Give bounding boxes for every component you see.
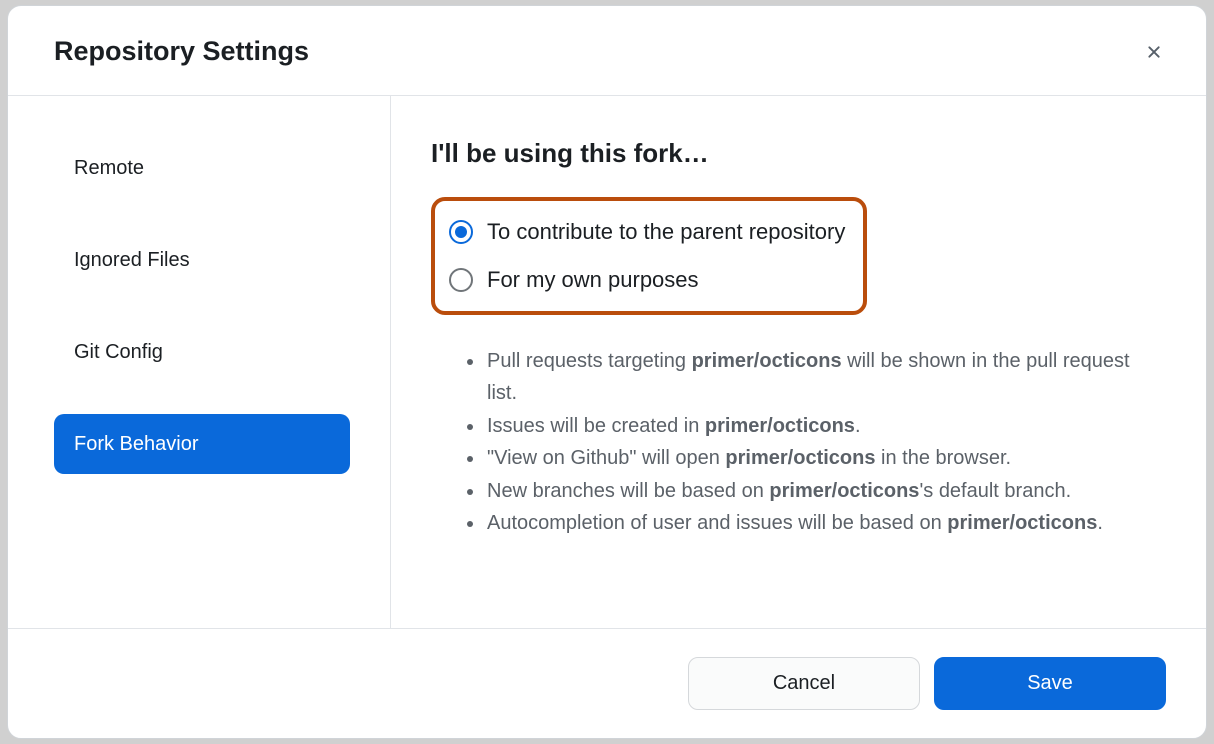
sidebar-item-remote[interactable]: Remote [54,138,350,198]
radio-own-purposes[interactable]: For my own purposes [449,263,845,297]
radio-label: For my own purposes [487,267,699,293]
settings-content: I'll be using this fork… To contribute t… [391,96,1206,628]
list-item: "View on Github" will open primer/octico… [485,442,1166,474]
list-item: Pull requests targeting primer/octicons … [485,345,1166,410]
sidebar-item-ignored-files[interactable]: Ignored Files [54,230,350,290]
settings-sidebar: Remote Ignored Files Git Config Fork Beh… [8,96,391,628]
dialog-title: Repository Settings [54,36,309,67]
close-icon [1144,42,1164,62]
fork-usage-heading: I'll be using this fork… [431,138,1166,169]
radio-contribute-parent[interactable]: To contribute to the parent repository [449,215,845,249]
sidebar-item-fork-behavior[interactable]: Fork Behavior [54,414,350,474]
list-item: Autocompletion of user and issues will b… [485,507,1166,539]
dialog-header: Repository Settings [8,6,1206,96]
dialog-body: Remote Ignored Files Git Config Fork Beh… [8,96,1206,628]
dialog-footer: Cancel Save [8,628,1206,738]
list-item: Issues will be created in primer/octicon… [485,410,1166,442]
list-item: New branches will be based on primer/oct… [485,475,1166,507]
cancel-button[interactable]: Cancel [688,657,920,710]
close-button[interactable] [1142,40,1166,64]
settings-dialog: Repository Settings Remote Ignored Files… [7,5,1207,739]
fork-behavior-description-list: Pull requests targeting primer/octicons … [431,345,1166,539]
fork-usage-radio-group: To contribute to the parent repository F… [431,197,867,315]
sidebar-item-git-config[interactable]: Git Config [54,322,350,382]
radio-button-icon [449,268,473,292]
save-button[interactable]: Save [934,657,1166,710]
radio-button-icon [449,220,473,244]
radio-label: To contribute to the parent repository [487,219,845,245]
